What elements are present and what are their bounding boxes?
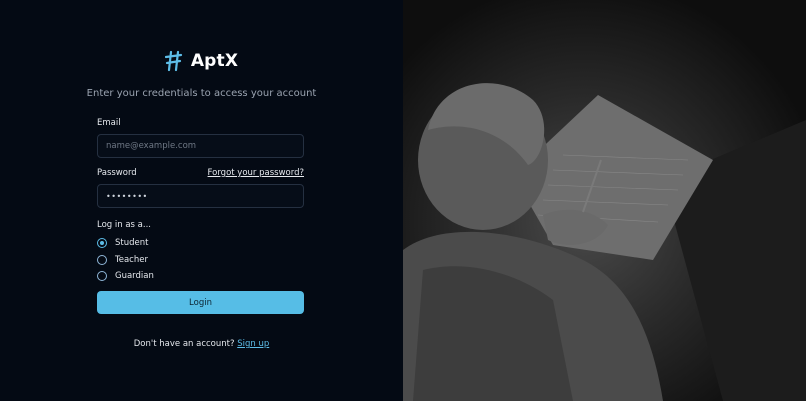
role-label: Log in as a...: [97, 220, 151, 230]
role-option-label: Guardian: [115, 271, 154, 281]
login-page: AptX Enter your credentials to access yo…: [0, 0, 806, 401]
login-panel: AptX Enter your credentials to access yo…: [0, 0, 403, 401]
role-option-label: Teacher: [115, 255, 148, 265]
forgot-password-link[interactable]: Forgot your password?: [208, 168, 304, 178]
brand-name: AptX: [190, 51, 239, 71]
login-button[interactable]: Login: [97, 291, 304, 314]
signup-prompt: Don't have an account? Sign up: [0, 339, 403, 349]
hero-photo: [403, 0, 806, 401]
radio-student[interactable]: [97, 238, 107, 248]
radio-teacher[interactable]: [97, 255, 107, 265]
role-option-teacher[interactable]: Teacher: [97, 255, 148, 265]
password-field[interactable]: ••••••••: [97, 184, 304, 208]
role-option-guardian[interactable]: Guardian: [97, 271, 154, 281]
page-subtitle: Enter your credentials to access your ac…: [86, 88, 317, 99]
signup-link[interactable]: Sign up: [237, 339, 269, 349]
signup-text: Don't have an account?: [133, 339, 235, 349]
password-value: ••••••••: [106, 191, 148, 201]
child-writing-photo: [403, 0, 806, 401]
email-placeholder: name@example.com: [106, 141, 197, 151]
email-field[interactable]: name@example.com: [97, 134, 304, 158]
brand: AptX: [0, 50, 403, 72]
radio-guardian[interactable]: [97, 271, 107, 281]
aptx-logo-icon: [164, 50, 182, 72]
email-label: Email: [97, 118, 121, 128]
role-option-label: Student: [115, 238, 149, 248]
role-option-student[interactable]: Student: [97, 238, 148, 248]
password-label: Password: [97, 168, 137, 178]
